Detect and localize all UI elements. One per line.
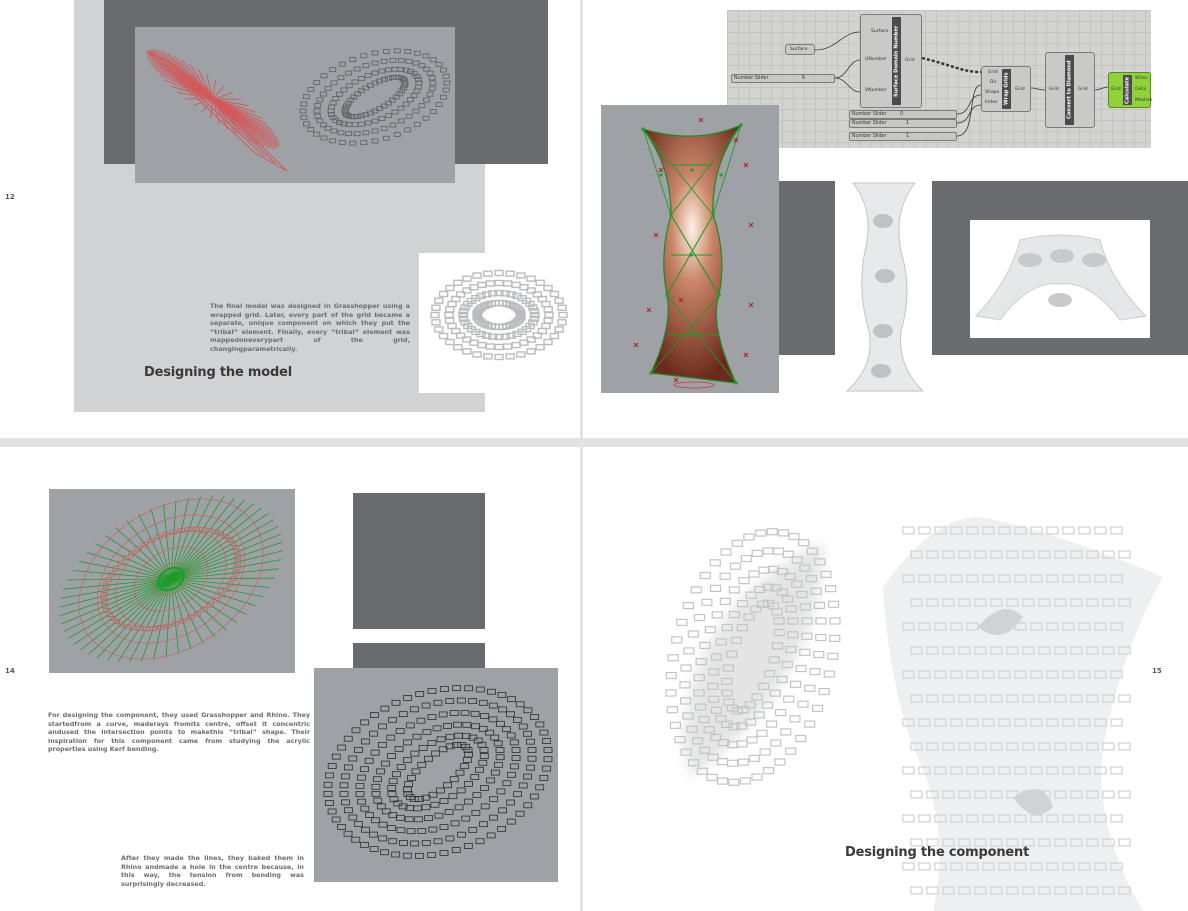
dark-block-mid [779, 181, 835, 355]
tower-render [835, 181, 932, 393]
rhino-viewport-tower [601, 105, 779, 393]
rhino-viewport-component-lines [49, 489, 295, 673]
pattern-illustration [146, 48, 451, 172]
dark-square [353, 493, 485, 629]
tower-render-illustration [845, 182, 925, 392]
white-component-render [430, 269, 568, 361]
page-12: The final model was designed in Grasshop… [0, 0, 580, 438]
component-renders [665, 517, 1163, 911]
component-paragraph: For designing the component, they used G… [48, 711, 310, 754]
rhino-viewport-baked-pattern [314, 668, 558, 882]
grasshopper-canvas: Surface Surface UNumber VNumber Surface … [727, 10, 1152, 148]
page-14: For designing the component, they used G… [0, 447, 580, 911]
baked-pattern-illustration [323, 685, 553, 859]
page-title-designing-model: Designing the model [144, 365, 292, 380]
page-15: Designing the component 15 [583, 447, 1188, 911]
intro-paragraph: The final model was designed in Grasshop… [210, 302, 410, 353]
page-title-designing-component: Designing the component [845, 845, 1030, 860]
page-number: 12 [5, 193, 15, 201]
rhino-viewport-red-and-grey [135, 27, 455, 183]
pavilion-render-illustration [974, 234, 1148, 321]
twisted-tower-surface [633, 117, 754, 389]
white-render-frame [419, 253, 580, 393]
light-grey-block-left [74, 0, 104, 164]
page-number: 15 [1152, 667, 1162, 675]
red-diamond-pattern [146, 48, 288, 172]
grasshopper-wires [814, 31, 1109, 137]
page-13: Surface Surface UNumber VNumber Surface … [583, 0, 1188, 438]
pavilion-render [970, 220, 1150, 338]
page-number: 14 [5, 667, 15, 675]
baking-paragraph: After they made the lines, they baked th… [121, 854, 304, 888]
ray-offset-pattern [59, 495, 283, 663]
